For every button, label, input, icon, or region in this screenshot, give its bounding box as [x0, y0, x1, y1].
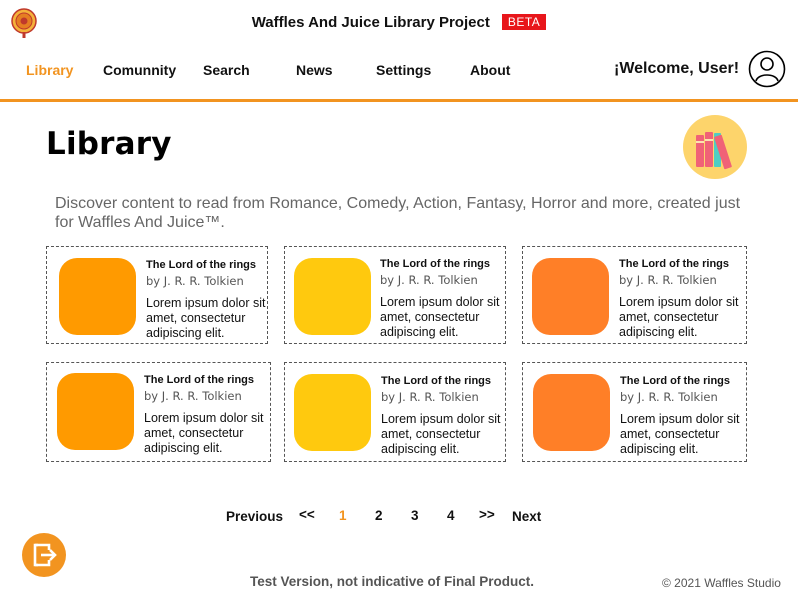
app-title-text: Waffles And Juice Library Project [251, 14, 490, 31]
book-author: by J. R. R. Tolkien [146, 274, 244, 288]
book-description: Lorem ipsum dolor sit amet, consectetur … [381, 412, 501, 456]
pagination-page-2[interactable]: 2 [375, 508, 383, 523]
footer-note: Test Version, not indicative of Final Pr… [250, 574, 535, 589]
book-card[interactable]: The Lord of the rings by J. R. R. Tolkie… [284, 246, 506, 344]
book-author: by J. R. R. Tolkien [380, 273, 478, 287]
pagination-page-3[interactable]: 3 [411, 508, 419, 523]
book-description: Lorem ipsum dolor sit amet, consectetur … [146, 296, 266, 340]
nav-search[interactable]: Search [203, 62, 250, 78]
book-card[interactable]: The Lord of the rings by J. R. R. Tolkie… [284, 362, 506, 462]
copyright: © 2021 Waffles Studio [662, 576, 781, 590]
nav-library[interactable]: Library [26, 62, 73, 78]
pagination-last[interactable]: >> [479, 507, 495, 522]
book-author: by J. R. R. Tolkien [619, 273, 717, 287]
exit-button[interactable] [22, 533, 66, 577]
pagination-page-4[interactable]: 4 [447, 508, 455, 523]
book-title: The Lord of the rings [381, 375, 491, 387]
book-cover [294, 258, 371, 335]
book-card[interactable]: The Lord of the rings by J. R. R. Tolkie… [522, 362, 747, 462]
book-cover [532, 258, 609, 335]
intro-text: Discover content to read from Romance, C… [55, 195, 741, 231]
nav-community[interactable]: Comunnity [103, 62, 176, 78]
pagination-first[interactable]: << [299, 507, 315, 522]
book-author: by J. R. R. Tolkien [144, 389, 242, 403]
book-author: by J. R. R. Tolkien [620, 390, 718, 404]
pagination-previous[interactable]: Previous [226, 509, 283, 524]
book-card[interactable]: The Lord of the rings by J. R. R. Tolkie… [522, 246, 747, 344]
book-description: Lorem ipsum dolor sit amet, consectetur … [620, 412, 740, 456]
book-description: Lorem ipsum dolor sit amet, consectetur … [619, 295, 739, 339]
app-title: Waffles And Juice Library Project BETA [0, 14, 798, 31]
book-title: The Lord of the rings [146, 259, 256, 271]
book-cover [59, 258, 136, 335]
nav-divider [0, 99, 798, 102]
book-title: The Lord of the rings [620, 375, 730, 387]
page-title: Library [46, 126, 172, 162]
pagination-page-1[interactable]: 1 [339, 508, 347, 523]
nav-settings[interactable]: Settings [376, 62, 431, 78]
pagination-next[interactable]: Next [512, 509, 541, 524]
user-avatar-icon[interactable] [748, 50, 786, 88]
book-title: The Lord of the rings [619, 258, 729, 270]
book-description: Lorem ipsum dolor sit amet, consectetur … [144, 411, 264, 455]
book-description: Lorem ipsum dolor sit amet, consectetur … [380, 295, 500, 339]
beta-badge: BETA [501, 14, 547, 30]
exit-icon [33, 543, 57, 567]
book-title: The Lord of the rings [144, 374, 254, 386]
book-cover [533, 374, 610, 451]
welcome-message: ¡Welcome, User! [614, 60, 740, 77]
book-cover [57, 373, 134, 450]
book-card[interactable]: The Lord of the rings by J. R. R. Tolkie… [46, 362, 271, 462]
books-icon [683, 115, 747, 179]
nav-news[interactable]: News [296, 62, 333, 78]
nav-about[interactable]: About [470, 62, 510, 78]
book-author: by J. R. R. Tolkien [381, 390, 479, 404]
book-title: The Lord of the rings [380, 258, 490, 270]
book-card[interactable]: The Lord of the rings by J. R. R. Tolkie… [46, 246, 268, 344]
book-cover [294, 374, 371, 451]
